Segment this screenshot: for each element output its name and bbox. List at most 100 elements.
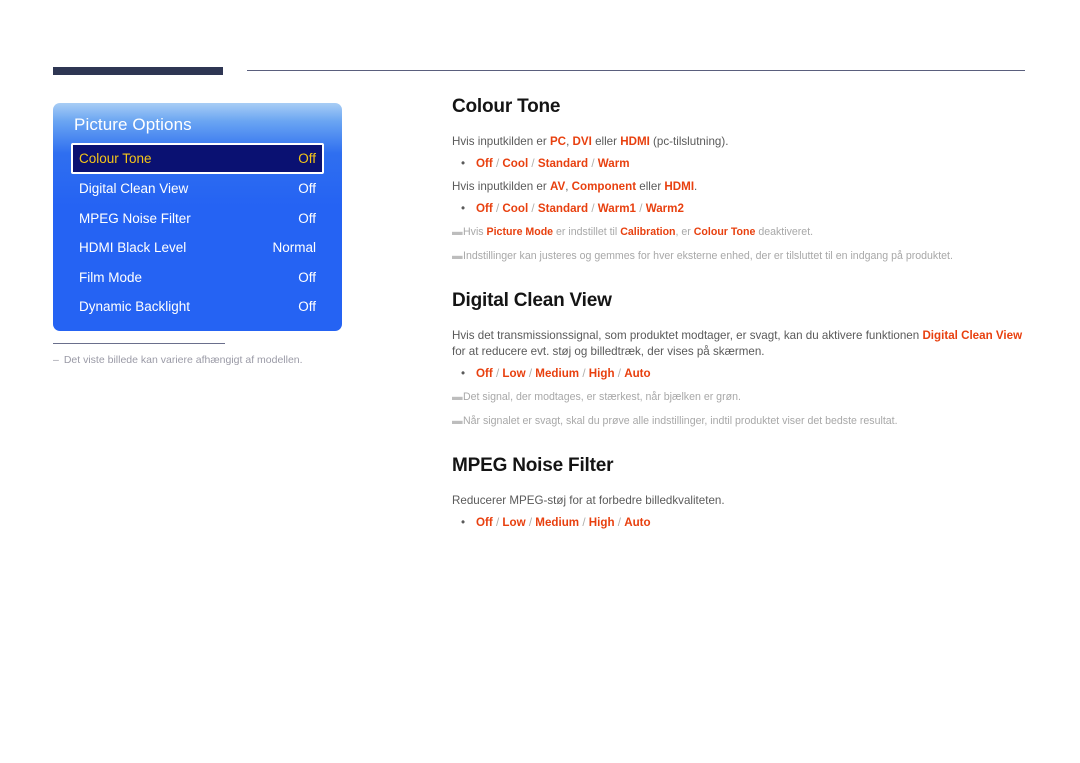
option-warm: Warm	[597, 157, 630, 171]
osd-row-label: Dynamic Backlight	[79, 299, 191, 315]
note-text: Indstillinger kan justeres og gemmes for…	[463, 249, 953, 262]
option-low: Low	[502, 516, 526, 530]
text-run: , er	[675, 225, 694, 238]
mpeg-noise-filter-options: • Off / Low / Medium / High / Auto	[452, 515, 1027, 531]
option-medium: Medium	[535, 516, 580, 530]
colour-tone-paragraph-2: Hvis inputkilden er AV, Component eller …	[452, 179, 1027, 195]
figure-note-rule	[53, 343, 225, 344]
option-warm2: Warm2	[645, 202, 684, 216]
option-off: Off	[476, 157, 493, 171]
bullet-icon: •	[461, 157, 466, 171]
bullet-icon: •	[461, 516, 466, 530]
digital-clean-view-note-2: ▬ Når signalet er svagt, skal du prøve a…	[452, 414, 1027, 429]
osd-row-hdmi-black-level[interactable]: HDMI Black Level Normal	[71, 233, 324, 263]
colour-tone-note-2: ▬ Indstillinger kan justeres og gemmes f…	[452, 249, 1027, 264]
mpeg-noise-filter-paragraph: Reducerer MPEG-støj for at forbedre bill…	[452, 493, 725, 507]
keyword-av: AV	[549, 179, 566, 193]
text-run: eller	[591, 135, 621, 148]
osd-row-value: Off	[298, 299, 316, 315]
section-colour-tone: Colour Tone Hvis inputkilden er PC, DVI …	[452, 96, 1027, 264]
osd-row-value: Off	[298, 210, 316, 226]
note-text: Det signal, der modtages, er stærkest, n…	[463, 390, 741, 403]
content-column: Colour Tone Hvis inputkilden er PC, DVI …	[452, 96, 1027, 532]
osd-row-label: Colour Tone	[79, 151, 152, 166]
text-run: (pc-tilslutning).	[649, 135, 729, 148]
colour-tone-options-2: • Off / Cool / Standard / Warm1 / Warm2	[452, 201, 1027, 217]
osd-menu-list: Colour Tone Off Digital Clean View Off M…	[53, 143, 342, 322]
option-cool: Cool	[502, 202, 529, 216]
keyword-picture-mode: Picture Mode	[486, 225, 554, 238]
colour-tone-paragraph-1: Hvis inputkilden er PC, DVI eller HDMI (…	[452, 134, 1027, 150]
osd-row-label: MPEG Noise Filter	[79, 210, 191, 226]
option-cool: Cool	[502, 157, 529, 171]
option-high: High	[588, 367, 615, 381]
osd-row-colour-tone[interactable]: Colour Tone Off	[71, 143, 324, 174]
section-heading: MPEG Noise Filter	[452, 454, 614, 476]
option-list: Off / Cool / Standard / Warm1 / Warm2	[476, 202, 684, 216]
text-run: eller	[636, 179, 665, 193]
osd-row-mpeg-noise-filter[interactable]: MPEG Noise Filter Off	[71, 204, 324, 234]
osd-row-value: Off	[298, 181, 316, 197]
keyword-hdmi: HDMI	[620, 135, 650, 148]
osd-row-value: Off	[298, 269, 316, 285]
keyword-colour-tone: Colour Tone	[693, 225, 756, 238]
note-dash-icon: ▬	[452, 249, 463, 262]
osd-row-value: Normal	[272, 240, 316, 256]
option-list: Off / Cool / Standard / Warm	[476, 157, 630, 171]
header-divider-rule	[247, 70, 1025, 71]
osd-row-label: HDMI Black Level	[79, 240, 187, 256]
section-digital-clean-view: Digital Clean View Hvis det transmission…	[452, 290, 1027, 429]
osd-row-label: Film Mode	[79, 269, 143, 285]
keyword-component: Component	[571, 179, 637, 193]
text-run: .	[694, 179, 698, 193]
osd-menu-panel: Picture Options Colour Tone Off Digital …	[53, 103, 342, 331]
text-run: Hvis det transmissionssignal, som produk…	[452, 328, 923, 342]
option-low: Low	[502, 367, 526, 381]
option-list: Off / Low / Medium / High / Auto	[476, 367, 651, 381]
text-run: Hvis inputkilden er	[452, 135, 550, 148]
osd-row-label: Digital Clean View	[79, 181, 189, 197]
text-run: Hvis inputkilden er	[452, 179, 550, 193]
keyword-dvi: DVI	[572, 135, 592, 148]
digital-clean-view-options: • Off / Low / Medium / High / Auto	[452, 366, 1027, 382]
text-run: Hvis	[463, 225, 487, 238]
option-off: Off	[476, 516, 493, 530]
note-text: Når signalet er svagt, skal du prøve all…	[463, 414, 898, 427]
section-heading: Digital Clean View	[452, 289, 612, 311]
option-auto: Auto	[624, 367, 651, 381]
figure-note-dash: –	[53, 354, 59, 366]
option-high: High	[588, 516, 615, 530]
section-mpeg-noise-filter: MPEG Noise Filter Reducerer MPEG-støj fo…	[452, 455, 1027, 532]
keyword-pc: PC	[549, 135, 567, 148]
osd-row-film-mode[interactable]: Film Mode Off	[71, 263, 324, 293]
section-heading: Colour Tone	[452, 96, 561, 117]
note-text: Hvis Picture Mode er indstillet til Cali…	[463, 225, 1027, 240]
digital-clean-view-paragraph: Hvis det transmissionssignal, som produk…	[452, 328, 1027, 361]
header-accent-bar	[53, 67, 223, 75]
option-off: Off	[476, 202, 493, 216]
keyword-hdmi: HDMI	[664, 179, 695, 193]
text-run: deaktiveret.	[755, 225, 814, 238]
note-dash-icon: ▬	[452, 225, 463, 238]
keyword-calibration: Calibration	[620, 225, 676, 238]
bullet-icon: •	[461, 367, 466, 381]
option-off: Off	[476, 367, 493, 381]
bullet-icon: •	[461, 202, 466, 216]
note-dash-icon: ▬	[452, 390, 463, 403]
option-warm1: Warm1	[597, 202, 637, 216]
osd-row-dynamic-backlight[interactable]: Dynamic Backlight Off	[71, 292, 324, 322]
option-standard: Standard	[537, 202, 589, 216]
text-run: for at reducere evt. støj og billedtræk,…	[452, 345, 765, 359]
note-dash-icon: ▬	[452, 414, 463, 427]
figure-note: – Det viste billede kan variere afhængigt…	[53, 354, 353, 366]
text-run: er indstillet til	[553, 225, 621, 238]
digital-clean-view-note-1: ▬ Det signal, der modtages, er stærkest,…	[452, 390, 1027, 405]
option-standard: Standard	[537, 157, 589, 171]
colour-tone-options-1: • Off / Cool / Standard / Warm	[452, 156, 1027, 172]
figure-note-text: Det viste billede kan variere afhængigt …	[63, 354, 303, 366]
keyword-digital-clean-view: Digital Clean View	[922, 328, 1023, 342]
osd-row-digital-clean-view[interactable]: Digital Clean View Off	[71, 174, 324, 204]
osd-row-value: Off	[298, 151, 316, 166]
option-auto: Auto	[624, 516, 651, 530]
colour-tone-note-1: ▬ Hvis Picture Mode er indstillet til Ca…	[452, 225, 1027, 240]
